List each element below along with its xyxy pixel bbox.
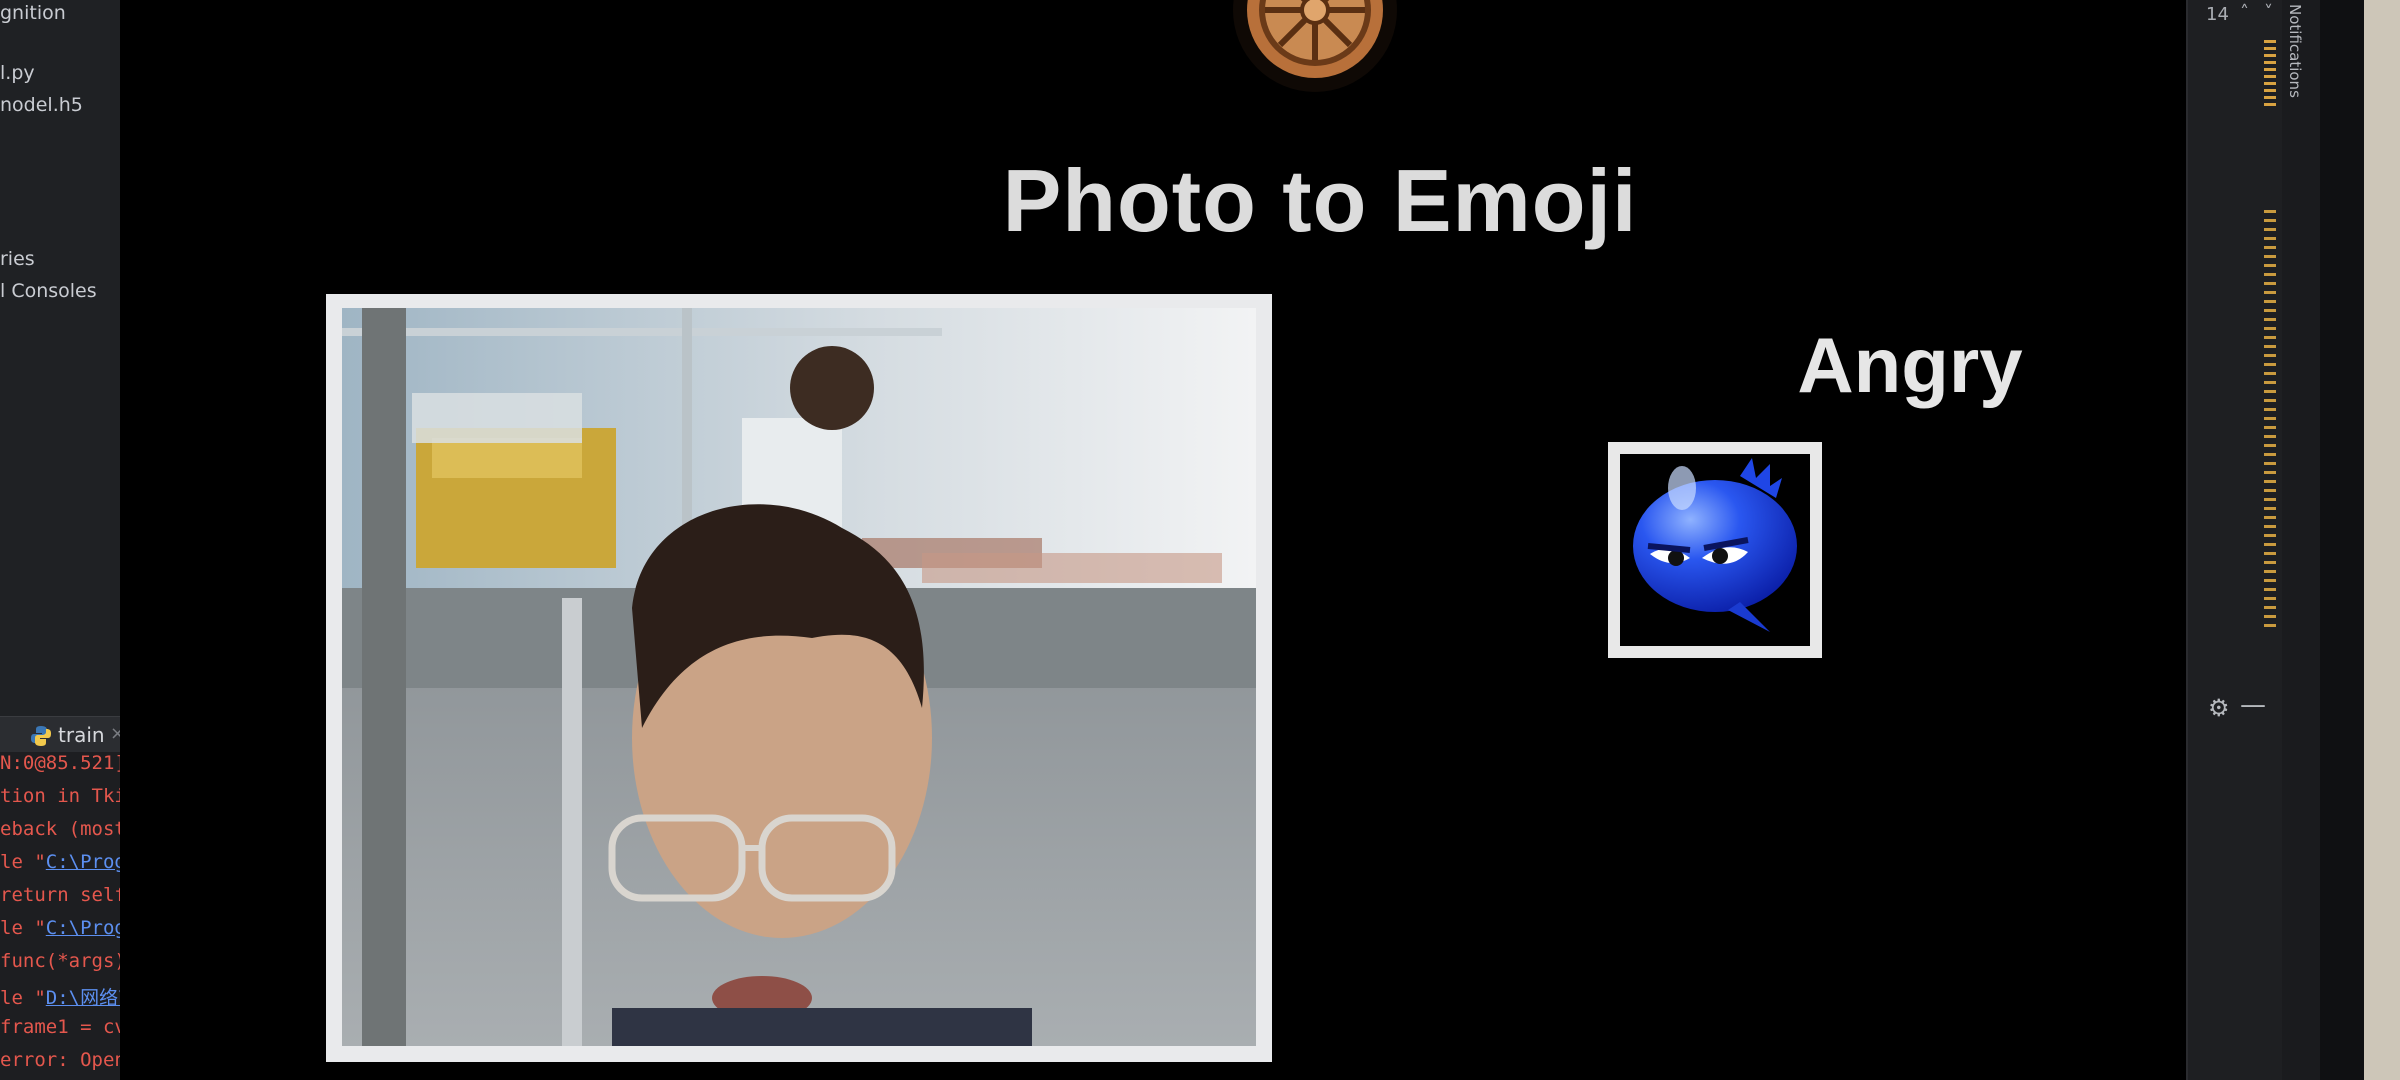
console-line: func(*args) — [0, 950, 126, 972]
project-item-model-file[interactable]: nodel.h5 — [0, 94, 83, 116]
notifications-strip — [2282, 0, 2320, 1080]
project-item-libraries[interactable]: ries — [0, 248, 35, 270]
console-line: eback (most — [0, 818, 126, 840]
console-line: le "D:\网络\ — [0, 987, 130, 1009]
webcam-frame — [326, 294, 1272, 1062]
emotion-label: Angry — [1797, 321, 2023, 409]
console-line: N:0@85.521] — [0, 752, 126, 774]
console-line: tion in Tki — [0, 785, 126, 807]
error-stripe-markers — [2264, 30, 2280, 630]
project-item-consoles[interactable]: l Consoles — [0, 280, 97, 302]
wheel-logo-icon — [1225, 0, 1405, 110]
problem-count: 14 — [2206, 4, 2229, 25]
console-line: error: OpenC — [0, 1049, 138, 1071]
gear-icon[interactable]: ⚙ — [2208, 694, 2230, 722]
ide-editor-gutter: 14 ˄ ˅ ⚙ — — [2186, 0, 2284, 1080]
console-line: le "C:\Progr — [0, 917, 138, 939]
console-line: frame1 = cv2 — [0, 1016, 138, 1038]
console-file-link[interactable]: D:\网络\ — [46, 987, 130, 1009]
console-line: le "C:\Progr — [0, 851, 138, 873]
project-item[interactable]: gnition — [0, 2, 66, 24]
chevron-up-icon[interactable]: ˄ — [2240, 2, 2249, 23]
emoji-frame — [1608, 442, 1822, 658]
project-item-py-file[interactable]: l.py — [0, 62, 35, 84]
notifications-tab[interactable]: Notifications — [2286, 4, 2304, 98]
run-tab-label: train — [58, 723, 105, 747]
console-line: return self. — [0, 884, 138, 906]
angry-blue-emoji-icon — [1620, 454, 1810, 646]
python-icon — [30, 725, 52, 751]
chevron-down-icon[interactable]: ˅ — [2264, 2, 2273, 23]
photo-to-emoji-window: Photo to Emoji Angry — [120, 0, 2200, 1080]
webcam-feed-image — [342, 308, 1256, 1046]
monitor-bezel — [2320, 0, 2364, 1080]
page-title: Photo to Emoji — [1002, 151, 1638, 250]
minimize-icon[interactable]: — — [2240, 690, 2266, 720]
background-wall — [2364, 0, 2400, 1080]
